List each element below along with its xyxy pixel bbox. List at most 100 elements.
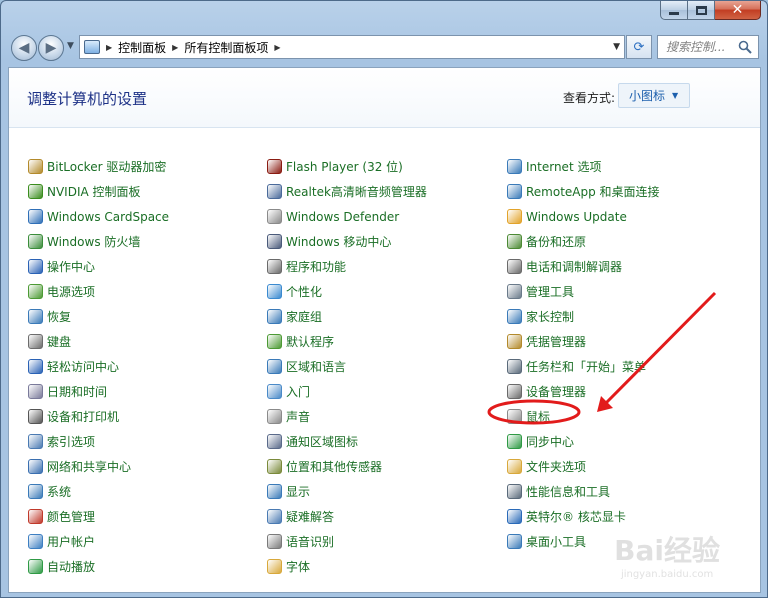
control-panel-item[interactable]: 颜色管理 [28,504,169,529]
address-bar[interactable]: ▶ 控制面板 ▶ 所有控制面板项 ▶ ▼ [79,35,625,59]
backup-icon [507,234,522,249]
control-panel-item[interactable]: 同步中心 [507,429,660,454]
maximize-button[interactable] [688,1,715,20]
breadcrumb-separator-icon[interactable]: ▶ [106,43,112,52]
view-by-value: 小图标 [629,89,666,103]
forward-button[interactable]: ▶ [38,35,64,61]
control-panel-item[interactable]: 日期和时间 [28,379,169,404]
control-panel-item[interactable]: 网络和共享中心 [28,454,169,479]
arrow-left-icon: ◀ [18,40,30,56]
breadcrumb-separator-icon[interactable]: ▶ [274,43,280,52]
control-panel-item[interactable]: 家庭组 [267,304,427,329]
gadgets-icon [507,534,522,549]
breadcrumb-control-panel[interactable]: 控制面板 [118,39,166,56]
default-programs-icon [267,334,282,349]
chevron-down-icon: ▼ [672,91,679,100]
watermark-url: jingyan.baidu.com [620,569,714,580]
view-by-label: 查看方式: [563,91,616,105]
control-panel-item-label: 轻松访问中心 [47,360,120,374]
control-panel-item[interactable]: Windows 移动中心 [267,229,427,254]
control-panel-item[interactable]: 管理工具 [507,279,660,304]
control-panel-item[interactable]: 鼠标 [507,404,660,429]
bitlocker-icon [28,159,43,174]
control-panel-item[interactable]: 索引选项 [28,429,169,454]
defender-icon [267,209,282,224]
control-panel-item[interactable]: 英特尔® 核芯显卡 [507,504,660,529]
search-icon[interactable] [738,40,752,54]
control-panel-item-label: 语音识别 [286,535,335,549]
control-panel-item[interactable]: 电源选项 [28,279,169,304]
control-panel-item-label: 入门 [286,385,311,399]
control-panel-item[interactable]: Flash Player (32 位) [267,154,427,179]
refresh-button[interactable]: ⟳ [626,35,652,59]
control-panel-item[interactable]: 个性化 [267,279,427,304]
control-panel-item[interactable]: 字体 [267,554,427,579]
control-panel-item[interactable]: Realtek高清晰音频管理器 [267,179,427,204]
control-panel-item[interactable]: 自动播放 [28,554,169,579]
microphone-icon [267,534,282,549]
control-panel-item[interactable]: 声音 [267,404,427,429]
control-panel-item-label: Windows Defender [286,209,400,224]
control-panel-item-label: 显示 [286,485,311,499]
control-panel-item[interactable]: 位置和其他传感器 [267,454,427,479]
homegroup-icon [267,309,282,324]
control-panel-item-label: Realtek高清晰音频管理器 [286,185,427,199]
folder-options-icon [507,459,522,474]
control-panel-item[interactable]: 入门 [267,379,427,404]
control-panel-item-label: 日期和时间 [47,385,108,399]
view-by-dropdown[interactable]: 小图标 ▼ [618,83,690,108]
mobility-icon [267,234,282,249]
control-panel-item[interactable]: 通知区域图标 [267,429,427,454]
control-panel-item[interactable]: 任务栏和「开始」菜单 [507,354,660,379]
breadcrumb-all-items[interactable]: 所有控制面板项 [184,39,268,56]
control-panel-item[interactable]: 系统 [28,479,169,504]
control-panel-item[interactable]: 轻松访问中心 [28,354,169,379]
control-panel-item-label: 同步中心 [526,435,575,449]
search-box[interactable] [657,35,759,59]
control-panel-item[interactable]: 疑难解答 [267,504,427,529]
control-panel-item[interactable]: 凭据管理器 [507,329,660,354]
control-panel-item[interactable]: 电话和调制解调器 [507,254,660,279]
breadcrumb-separator-icon[interactable]: ▶ [172,43,178,52]
control-panel-item[interactable]: NVIDIA 控制面板 [28,179,169,204]
control-panel-item[interactable]: 备份和还原 [507,229,660,254]
control-panel-item[interactable]: Windows CardSpace [28,204,169,229]
address-dropdown-icon[interactable]: ▼ [613,42,620,52]
control-panel-item[interactable]: 设备和打印机 [28,404,169,429]
control-panel-item-label: 疑难解答 [286,510,335,524]
control-panel-item[interactable]: 文件夹选项 [507,454,660,479]
search-input[interactable] [666,40,744,54]
control-panel-item[interactable]: Internet 选项 [507,154,660,179]
nvidia-icon [28,184,43,199]
control-panel-item[interactable]: Windows Update [507,204,660,229]
control-panel-icon [84,40,100,54]
control-panel-item[interactable]: 语音识别 [267,529,427,554]
control-panel-item[interactable]: 区域和语言 [267,354,427,379]
control-panel-item[interactable]: 性能信息和工具 [507,479,660,504]
control-panel-item[interactable]: 显示 [267,479,427,504]
control-panel-item-label: 电话和调制解调器 [526,260,623,274]
control-panel-item[interactable]: 键盘 [28,329,169,354]
control-panel-item[interactable]: 用户帐户 [28,529,169,554]
minimize-button[interactable] [660,1,688,20]
items-column: BitLocker 驱动器加密 NVIDIA 控制面板 Windows CardSp… [28,154,169,579]
back-button[interactable]: ◀ [11,35,37,61]
control-panel-item-label: RemoteApp 和桌面连接 [526,185,660,199]
control-panel-item[interactable]: 恢复 [28,304,169,329]
control-panel-item[interactable]: 家长控制 [507,304,660,329]
control-panel-item[interactable]: 程序和功能 [267,254,427,279]
control-panel-item[interactable]: BitLocker 驱动器加密 [28,154,169,179]
control-panel-item-label: 网络和共享中心 [47,460,132,474]
control-panel-item[interactable]: 默认程序 [267,329,427,354]
control-panel-item[interactable]: RemoteApp 和桌面连接 [507,179,660,204]
control-panel-item[interactable]: 操作中心 [28,254,169,279]
control-panel-item-label: 英特尔® 核芯显卡 [526,510,626,524]
control-panel-item-label: Windows 防火墙 [47,235,141,249]
close-button[interactable]: ✕ [715,1,761,20]
control-panel-item[interactable]: 设备管理器 [507,379,660,404]
recent-pages-dropdown[interactable]: ▼ [67,41,74,51]
control-panel-item[interactable]: Windows 防火墙 [28,229,169,254]
control-panel-item[interactable]: Windows Defender [267,204,427,229]
items-column: Flash Player (32 位) Realtek高清晰音频管理器 Window… [267,154,427,579]
caption-buttons: ✕ [660,1,761,20]
